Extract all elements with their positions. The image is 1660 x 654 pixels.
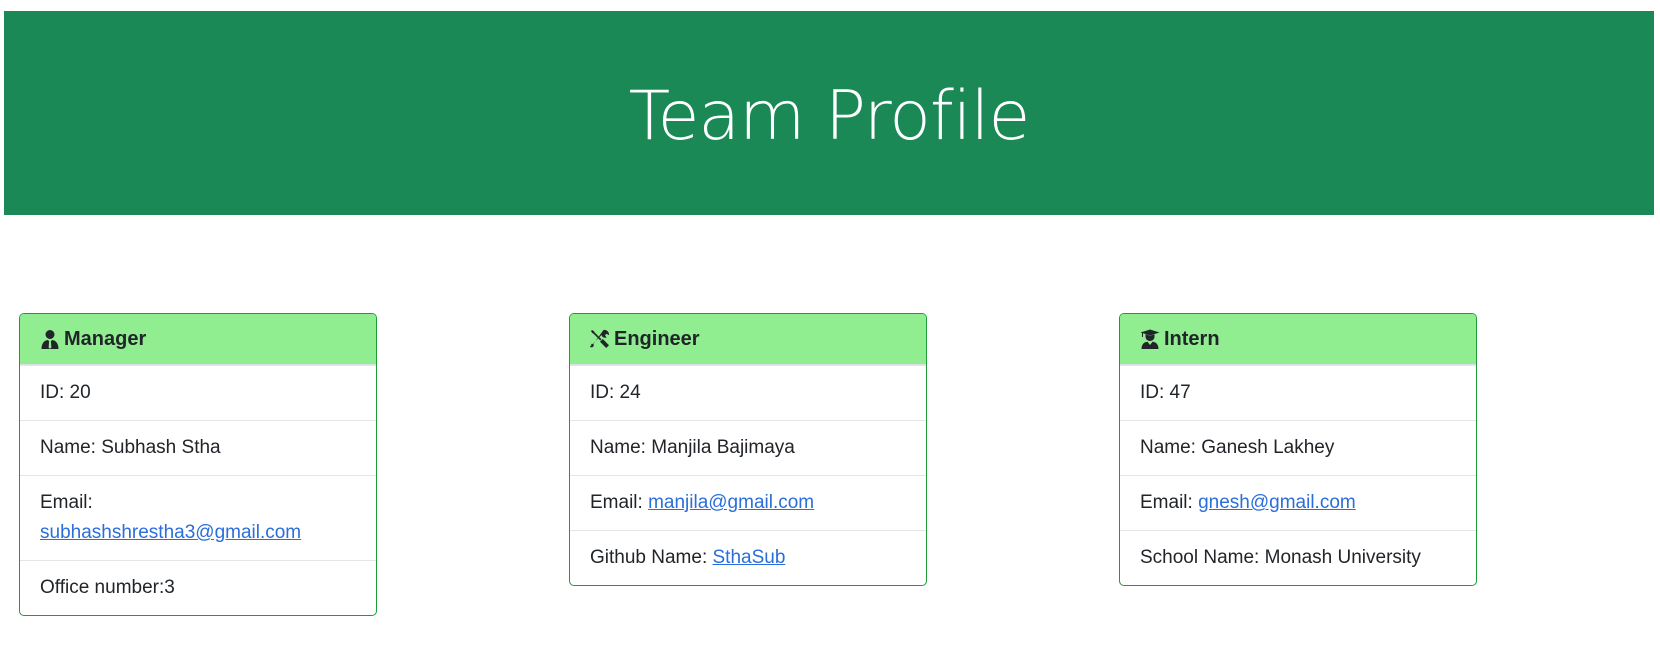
card-github: Github Name: SthaSub xyxy=(570,530,926,585)
email-link[interactable]: gnesh@gmail.com xyxy=(1198,492,1356,513)
card-email: Email: gnesh@gmail.com xyxy=(1120,475,1476,530)
card-id: ID: 47 xyxy=(1120,365,1476,420)
card-school: School Name: Monash University xyxy=(1120,530,1476,585)
user-graduate-icon xyxy=(1140,329,1160,349)
email-link[interactable]: manjila@gmail.com xyxy=(648,492,814,513)
email-label: Email: xyxy=(1140,492,1199,513)
manager-card: Manager ID: 20 Name: Subhash Stha Email:… xyxy=(19,313,377,616)
card-header: Engineer xyxy=(570,314,926,365)
email-link[interactable]: subhashshrestha3@gmail.com xyxy=(40,522,301,543)
email-label: Email: xyxy=(40,492,93,513)
card-email: Email: subhashshrestha3@gmail.com xyxy=(20,475,376,560)
engineer-card: Engineer ID: 24 Name: Manjila Bajimaya E… xyxy=(569,313,927,586)
card-email: Email: manjila@gmail.com xyxy=(570,475,926,530)
card-header: Manager xyxy=(20,314,376,365)
card-name: Name: Manjila Bajimaya xyxy=(570,420,926,475)
card-id: ID: 20 xyxy=(20,365,376,420)
page-header: Team Profile xyxy=(4,11,1654,215)
card-header: Intern xyxy=(1120,314,1476,365)
github-link[interactable]: SthaSub xyxy=(713,547,786,568)
card-office-number: Office number:3 xyxy=(20,560,376,615)
card-name: Name: Subhash Stha xyxy=(20,420,376,475)
card-role: Intern xyxy=(1164,327,1220,350)
card-name: Name: Ganesh Lakhey xyxy=(1120,420,1476,475)
intern-card: Intern ID: 47 Name: Ganesh Lakhey Email:… xyxy=(1119,313,1477,586)
card-role: Manager xyxy=(64,327,147,350)
card-id: ID: 24 xyxy=(570,365,926,420)
github-label: Github Name: xyxy=(590,547,713,568)
page-title: Team Profile xyxy=(628,76,1031,156)
user-tie-icon xyxy=(40,329,60,349)
card-role: Engineer xyxy=(614,327,700,350)
tools-icon xyxy=(590,329,610,349)
email-label: Email: xyxy=(590,492,649,513)
